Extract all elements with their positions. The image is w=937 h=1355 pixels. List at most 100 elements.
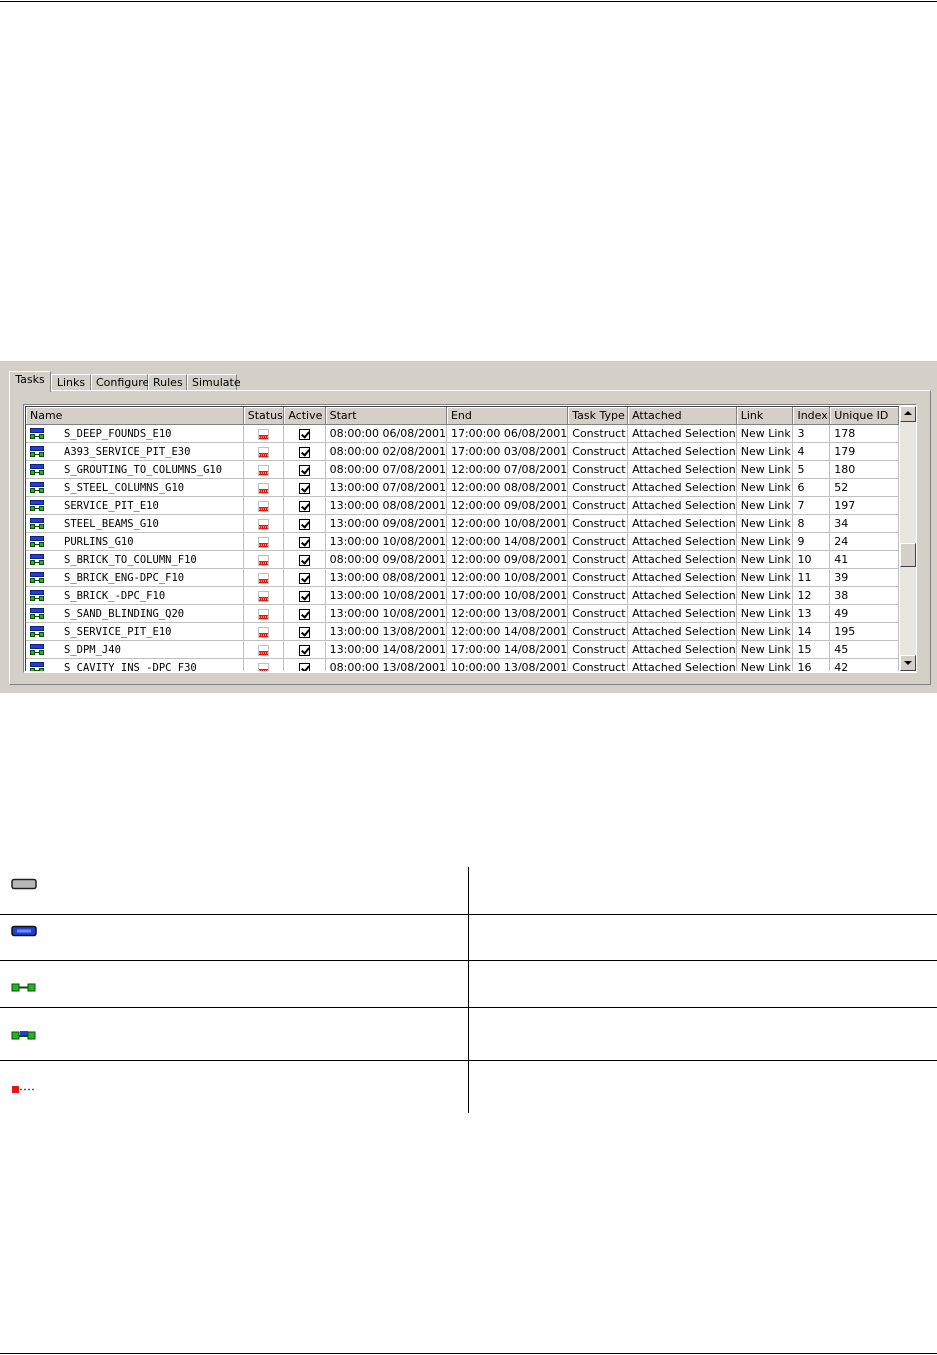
end-cell[interactable]: 17:00:00 14/08/2001 <box>446 640 569 659</box>
link-cell[interactable]: New Link <box>736 424 794 443</box>
task-name-cell[interactable]: PURLINS_G10 <box>26 532 244 551</box>
attached-cell[interactable]: Attached Selection <box>627 532 737 551</box>
link-cell[interactable]: New Link <box>736 604 794 623</box>
task-type-cell[interactable]: Construct <box>567 442 629 461</box>
start-cell[interactable]: 08:00:00 06/08/2001 <box>325 424 447 443</box>
active-checkbox[interactable] <box>299 500 310 512</box>
table-row[interactable]: S_BRICK_TO_COLUMN_F10 08:00:00 09/08/2001… <box>26 550 899 569</box>
end-cell[interactable]: 12:00:00 07/08/2001 <box>446 460 569 479</box>
tab-links[interactable]: Links <box>51 374 91 390</box>
active-checkbox[interactable] <box>299 572 310 584</box>
task-name-cell[interactable]: SERVICE_PIT_E10 <box>26 496 244 515</box>
task-type-cell[interactable]: Construct <box>567 478 629 497</box>
start-cell[interactable]: 13:00:00 08/08/2001 <box>325 496 447 515</box>
attached-cell[interactable]: Attached Selection <box>627 514 737 533</box>
active-checkbox[interactable] <box>299 428 310 440</box>
end-cell[interactable]: 12:00:00 10/08/2001 <box>446 514 569 533</box>
task-type-cell[interactable]: Construct <box>567 514 629 533</box>
task-name-cell[interactable]: S_DPM_J40 <box>26 640 244 659</box>
scroll-down-button[interactable] <box>900 655 916 671</box>
active-checkbox[interactable] <box>299 536 310 548</box>
active-checkbox[interactable] <box>299 590 310 602</box>
task-type-cell[interactable]: Construct <box>567 568 629 587</box>
task-type-cell[interactable]: Construct <box>567 460 629 479</box>
tab-tasks[interactable]: Tasks <box>9 371 51 392</box>
attached-cell[interactable]: Attached Selection <box>627 424 737 443</box>
col-header-start[interactable]: Start <box>325 407 447 425</box>
link-cell[interactable]: New Link <box>736 586 794 605</box>
start-cell[interactable]: 13:00:00 10/08/2001 <box>325 604 447 623</box>
start-cell[interactable]: 13:00:00 07/08/2001 <box>325 478 447 497</box>
end-cell[interactable]: 12:00:00 14/08/2001 <box>446 622 569 641</box>
end-cell[interactable]: 10:00:00 13/08/2001 <box>446 658 569 671</box>
attached-cell[interactable]: Attached Selection <box>627 604 737 623</box>
task-type-cell[interactable]: Construct <box>567 532 629 551</box>
col-header-index[interactable]: Index <box>792 407 831 425</box>
col-header-active[interactable]: Active <box>283 407 326 425</box>
link-cell[interactable]: New Link <box>736 658 794 671</box>
task-name-cell[interactable]: S_BRICK_-DPC_F10 <box>26 586 244 605</box>
link-cell[interactable]: New Link <box>736 550 794 569</box>
attached-cell[interactable]: Attached Selection <box>627 478 737 497</box>
link-cell[interactable]: New Link <box>736 496 794 515</box>
table-row[interactable]: S_DEEP_FOUNDS_E10 08:00:00 06/08/2001 17:0… <box>26 424 899 443</box>
table-row[interactable]: S_BRICK_-DPC_F10 13:00:00 10/08/2001 17:00… <box>26 586 899 605</box>
task-name-cell[interactable]: S_CAVITY_INS_-DPC_F30 <box>26 658 244 671</box>
table-row[interactable]: S_GROUTING_TO_COLUMNS_G10 08:00:00 07/08/… <box>26 460 899 479</box>
task-type-cell[interactable]: Construct <box>567 640 629 659</box>
task-name-cell[interactable]: A393_SERVICE_PIT_E30 <box>26 442 244 461</box>
attached-cell[interactable]: Attached Selection <box>627 568 737 587</box>
attached-cell[interactable]: Attached Selection <box>627 586 737 605</box>
active-checkbox[interactable] <box>299 518 310 530</box>
tab-simulate[interactable]: Simulate <box>187 374 241 390</box>
start-cell[interactable]: 13:00:00 09/08/2001 <box>325 514 447 533</box>
end-cell[interactable]: 12:00:00 09/08/2001 <box>446 496 569 515</box>
link-cell[interactable]: New Link <box>736 514 794 533</box>
link-cell[interactable]: New Link <box>736 640 794 659</box>
active-checkbox[interactable] <box>299 626 310 638</box>
task-type-cell[interactable]: Construct <box>567 622 629 641</box>
link-cell[interactable]: New Link <box>736 442 794 461</box>
start-cell[interactable]: 08:00:00 07/08/2001 <box>325 460 447 479</box>
attached-cell[interactable]: Attached Selection <box>627 640 737 659</box>
task-name-cell[interactable]: STEEL_BEAMS_G10 <box>26 514 244 533</box>
table-row[interactable]: PURLINS_G10 13:00:00 10/08/2001 12:00:00 1… <box>26 532 899 551</box>
col-header-unique-id[interactable]: Unique ID <box>829 407 899 425</box>
task-type-cell[interactable]: Construct <box>567 586 629 605</box>
col-header-end[interactable]: End <box>446 407 569 425</box>
task-type-cell[interactable]: Construct <box>567 424 629 443</box>
task-name-cell[interactable]: S_GROUTING_TO_COLUMNS_G10 <box>26 460 244 479</box>
end-cell[interactable]: 12:00:00 09/08/2001 <box>446 550 569 569</box>
end-cell[interactable]: 12:00:00 13/08/2001 <box>446 604 569 623</box>
active-checkbox[interactable] <box>299 482 310 494</box>
table-row[interactable]: S_SERVICE_PIT_E10 13:00:00 13/08/2001 12:0… <box>26 622 899 641</box>
start-cell[interactable]: 08:00:00 13/08/2001 <box>325 658 447 671</box>
task-type-cell[interactable]: Construct <box>567 604 629 623</box>
tab-configure[interactable]: Configure <box>91 374 149 390</box>
table-row[interactable]: S_DPM_J40 13:00:00 14/08/2001 17:00:00 14/… <box>26 640 899 659</box>
start-cell[interactable]: 13:00:00 08/08/2001 <box>325 568 447 587</box>
task-name-cell[interactable]: S_SAND_BLINDING_Q20 <box>26 604 244 623</box>
task-name-cell[interactable]: S_DEEP_FOUNDS_E10 <box>26 424 244 443</box>
col-header-status[interactable]: Status <box>243 407 285 425</box>
attached-cell[interactable]: Attached Selection <box>627 442 737 461</box>
attached-cell[interactable]: Attached Selection <box>627 658 737 671</box>
table-row[interactable]: S_CAVITY_INS_-DPC_F30 08:00:00 13/08/2001… <box>26 658 899 671</box>
col-header-name[interactable]: Name <box>26 407 244 425</box>
end-cell[interactable]: 17:00:00 03/08/2001 <box>446 442 569 461</box>
attached-cell[interactable]: Attached Selection <box>627 496 737 515</box>
end-cell[interactable]: 17:00:00 10/08/2001 <box>446 586 569 605</box>
task-type-cell[interactable]: Construct <box>567 550 629 569</box>
table-row[interactable]: S_BRICK_ENG-DPC_F10 13:00:00 08/08/2001 12… <box>26 568 899 587</box>
active-checkbox[interactable] <box>299 608 310 620</box>
table-row[interactable]: S_STEEL_COLUMNS_G10 13:00:00 07/08/2001 12… <box>26 478 899 497</box>
tab-rules[interactable]: Rules <box>148 374 187 390</box>
col-header-attached[interactable]: Attached <box>627 407 737 425</box>
link-cell[interactable]: New Link <box>736 478 794 497</box>
task-type-cell[interactable]: Construct <box>567 658 629 671</box>
attached-cell[interactable]: Attached Selection <box>627 622 737 641</box>
start-cell[interactable]: 13:00:00 13/08/2001 <box>325 622 447 641</box>
start-cell[interactable]: 08:00:00 09/08/2001 <box>325 550 447 569</box>
table-row[interactable]: S_SAND_BLINDING_Q20 13:00:00 10/08/2001 12… <box>26 604 899 623</box>
task-name-cell[interactable]: S_STEEL_COLUMNS_G10 <box>26 478 244 497</box>
